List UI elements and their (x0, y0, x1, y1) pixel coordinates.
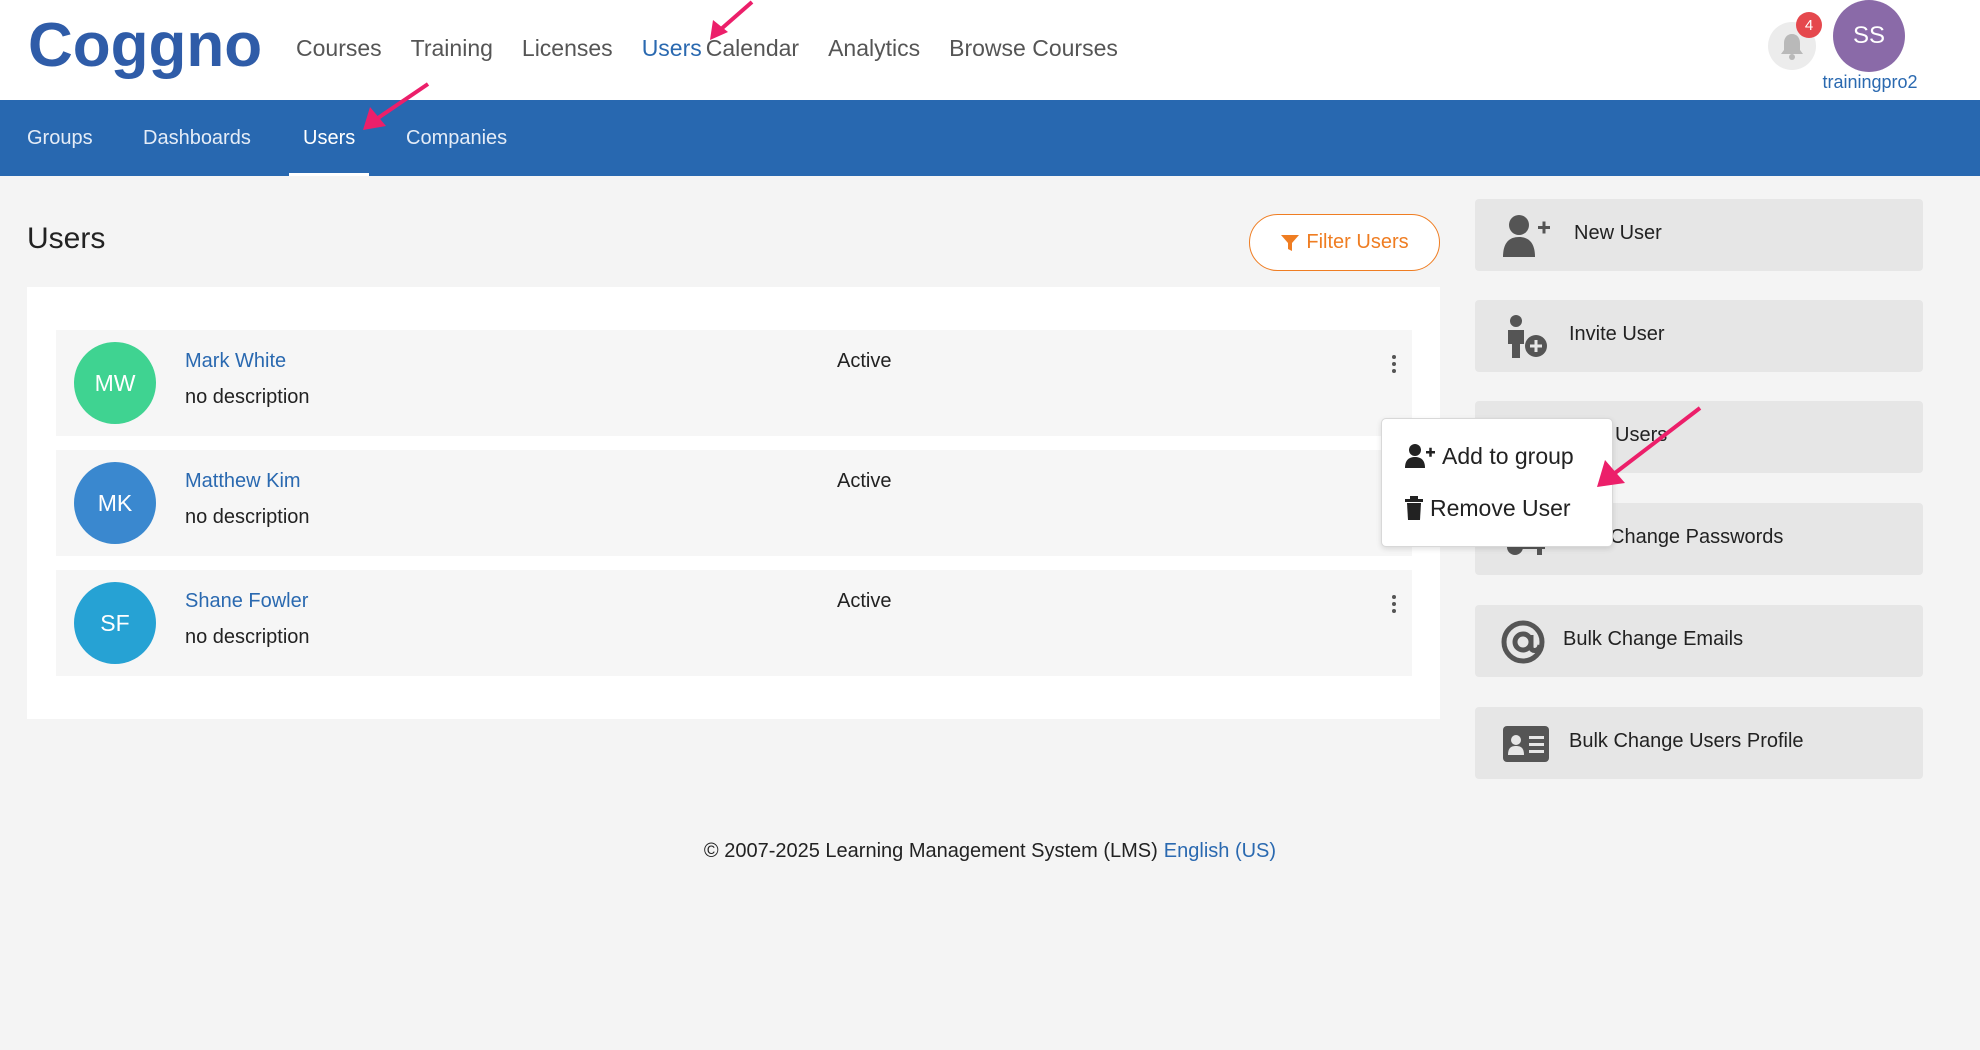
bulk-change-emails-button[interactable]: Bulk Change Emails (1475, 605, 1923, 677)
nav-users[interactable]: Users (642, 30, 702, 66)
language-link[interactable]: English (US) (1164, 840, 1276, 862)
bulk-change-emails-label: Bulk Change Emails (1563, 628, 1744, 650)
user-row[interactable]: MW Mark White no description Active (56, 330, 1412, 436)
user-avatar[interactable]: SS (1833, 0, 1905, 72)
copyright-text: © 2007-2025 Learning Management System (… (703, 840, 1158, 862)
nav-analytics[interactable]: Analytics (828, 30, 920, 66)
user-avatar: SF (74, 582, 156, 664)
subnav-groups[interactable]: Groups (27, 100, 93, 176)
footer: © 2007-2025 Learning Management System (… (0, 840, 1980, 863)
trash-icon (1405, 496, 1423, 520)
user-row[interactable]: SF Shane Fowler no description Active (56, 570, 1412, 676)
user-avatar: MK (74, 462, 156, 544)
row-actions-dropdown: Add to group Remove User (1381, 418, 1613, 547)
bulk-change-users-profile-button[interactable]: Bulk Change Users Profile (1475, 707, 1923, 779)
remove-user-menu-item[interactable]: Remove User (1404, 491, 1571, 525)
user-row[interactable]: MK Matthew Kim no description Active (56, 450, 1412, 556)
subnav-dashboards[interactable]: Dashboards (143, 100, 251, 176)
invite-user-label: Invite User (1569, 323, 1665, 345)
user-name-link[interactable]: Matthew Kim (185, 470, 301, 493)
user-status: Active (837, 590, 892, 612)
nav-calendar[interactable]: Calendar (706, 30, 799, 66)
page-title: Users (27, 222, 106, 255)
user-status: Active (837, 350, 892, 372)
subnav-users[interactable]: Users (289, 100, 370, 176)
username-label[interactable]: trainingpro2 (1810, 72, 1930, 93)
id-card-icon (1503, 726, 1549, 762)
subnav-companies[interactable]: Companies (406, 100, 507, 176)
user-description: no description (185, 626, 310, 648)
invite-user-button[interactable]: Invite User (1475, 300, 1923, 372)
nav-licenses[interactable]: Licenses (522, 30, 613, 66)
nav-training[interactable]: Training (411, 30, 493, 66)
user-description: no description (185, 506, 310, 528)
user-avatar: MW (74, 342, 156, 424)
add-to-group-label: Add to group (1442, 442, 1574, 469)
sub-nav: Groups Dashboards Users Companies (0, 100, 1980, 176)
notification-count-badge: 4 (1796, 12, 1822, 38)
user-status: Active (837, 470, 892, 492)
user-plus-icon (1503, 215, 1550, 257)
change-passwords-label: Change Passwords (1610, 526, 1784, 548)
remove-user-label: Remove User (1430, 494, 1571, 521)
user-name-link[interactable]: Mark White (185, 350, 286, 373)
bulk-change-users-profile-label: Bulk Change Users Profile (1569, 730, 1804, 752)
new-user-button[interactable]: New User (1475, 199, 1923, 271)
user-name-link[interactable]: Shane Fowler (185, 590, 308, 613)
nav-courses[interactable]: Courses (296, 30, 382, 66)
logo-text: Coggno (28, 11, 262, 80)
filter-users-button[interactable]: Filter Users (1249, 214, 1440, 271)
user-plus-icon (1405, 444, 1435, 468)
new-user-label: New User (1574, 222, 1662, 244)
coggno-logo[interactable]: Coggno (24, 8, 264, 84)
top-header: Coggno Courses Training Licenses Users C… (0, 0, 1980, 100)
bell-icon (1781, 34, 1803, 60)
filter-users-label: Filter Users (1306, 231, 1409, 253)
at-icon (1501, 620, 1545, 664)
users-list: MW Mark White no description Active MK M… (27, 287, 1440, 719)
add-to-group-menu-item[interactable]: Add to group (1404, 439, 1574, 473)
users-action-label: Users (1615, 424, 1668, 446)
row-menu-icon[interactable] (1388, 352, 1400, 376)
top-nav: Courses Training Licenses Users Calendar… (296, 30, 1147, 66)
filter-icon (1281, 234, 1300, 251)
nav-browse-courses[interactable]: Browse Courses (949, 30, 1118, 66)
row-menu-icon[interactable] (1388, 592, 1400, 616)
user-description: no description (185, 386, 310, 408)
invite-user-icon (1508, 315, 1547, 358)
